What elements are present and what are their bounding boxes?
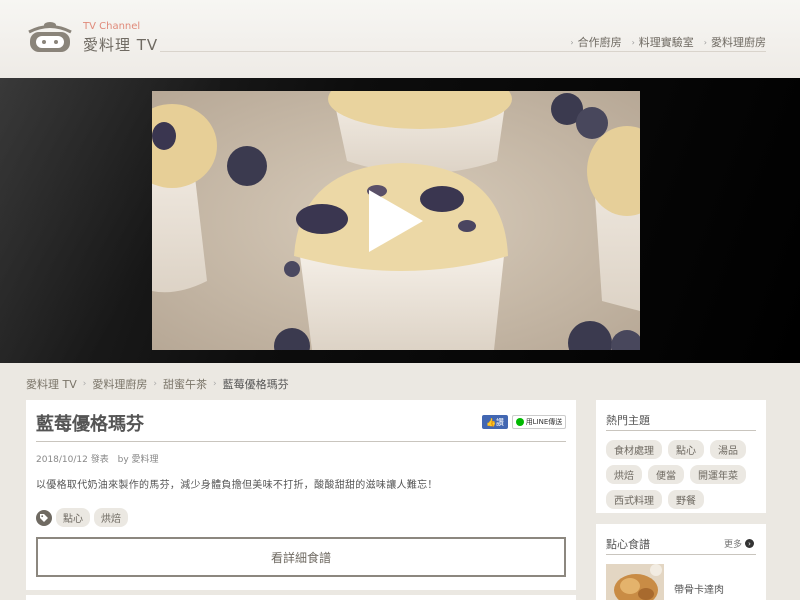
snack-recipes-title: 點心食譜: [606, 538, 650, 551]
hot-topics-title: 熱門主題: [606, 414, 650, 427]
breadcrumb-current: 藍莓優格瑪芬: [222, 378, 289, 391]
video-hero: [0, 78, 800, 363]
chevron-right-icon: ›: [570, 37, 574, 47]
topic-baking[interactable]: 烘焙: [606, 465, 642, 484]
nav-food-lab[interactable]: › 料理實驗室: [632, 34, 694, 50]
line-share-button[interactable]: 用LINE傳送: [512, 415, 566, 429]
top-nav: › 合作廚房 › 料理實驗室 › 愛料理廚房: [570, 34, 766, 50]
facebook-like-button[interactable]: 👍 讚: [482, 415, 508, 429]
topic-western-cuisine[interactable]: 西式料理: [606, 490, 662, 509]
hot-topics-panel: 熱門主題 食材處理 點心 湯品 烘焙 便當 開運年菜 西式料理 野餐: [596, 400, 766, 513]
topic-soup[interactable]: 湯品: [710, 440, 746, 459]
topic-ingredient-prep[interactable]: 食材處理: [606, 440, 662, 459]
chevron-right-icon: ›: [631, 37, 635, 47]
recipe-card: 藍莓優格瑪芬 👍 讚 用LINE傳送 2018/10/12 發表 by 愛料理 …: [26, 400, 576, 590]
topic-new-year-dishes[interactable]: 開運年菜: [690, 465, 746, 484]
chevron-right-icon: ›: [212, 379, 217, 389]
post-meta: 2018/10/12 發表 by 愛料理: [36, 452, 159, 465]
chevron-right-icon: ›: [82, 379, 87, 389]
post-author[interactable]: by 愛料理: [118, 455, 159, 465]
chevron-right-icon: ›: [153, 379, 157, 389]
tag-list: 點心 烘焙: [36, 508, 128, 527]
nav-icook-kitchen[interactable]: › 愛料理廚房: [704, 34, 766, 50]
title-divider: [36, 441, 566, 442]
arrow-right-icon: ›: [745, 539, 754, 548]
chevron-right-icon: ›: [703, 37, 707, 47]
recipe-thumbnail: [606, 564, 664, 600]
hot-topics-divider: [606, 430, 756, 431]
breadcrumb-category[interactable]: 甜蜜午茶: [163, 376, 207, 392]
breadcrumb-kitchen[interactable]: 愛料理廚房: [92, 376, 147, 392]
logo-subtitle: TV Channel: [83, 21, 141, 32]
header-divider: [160, 51, 766, 52]
hot-topics-list: 食材處理 點心 湯品 烘焙 便當 開運年菜 西式料理 野餐: [606, 440, 761, 509]
snack-recipes-panel: 點心食譜 更多 › 帶骨卡達肉: [596, 524, 766, 600]
tag-baking[interactable]: 烘焙: [94, 508, 128, 527]
post-date: 2018/10/12 發表: [36, 455, 109, 465]
breadcrumb-home[interactable]: 愛料理 TV: [26, 376, 77, 392]
pot-logo-icon[interactable]: [25, 17, 75, 55]
recipe-item-name: 帶骨卡達肉: [674, 585, 724, 596]
logo-title[interactable]: 愛料理 TV: [83, 34, 158, 55]
recipe-description: 以優格取代奶油來製作的馬芬，減少身體負擔但美味不打折，酸酸甜甜的滋味讓人難忘！: [36, 480, 438, 491]
tag-icon: [36, 509, 52, 526]
more-link[interactable]: 更多 ›: [724, 537, 754, 550]
snack-recipes-divider: [606, 554, 756, 555]
nav-partner-kitchen[interactable]: › 合作廚房: [570, 34, 621, 50]
topic-picnic[interactable]: 野餐: [668, 490, 704, 509]
next-card-edge: [26, 595, 576, 600]
tag-dessert[interactable]: 點心: [56, 508, 90, 527]
play-icon[interactable]: [369, 190, 423, 252]
recipe-title: 藍莓優格瑪芬: [36, 414, 144, 435]
topic-dessert[interactable]: 點心: [668, 440, 704, 459]
view-recipe-button[interactable]: 看詳細食譜: [36, 537, 566, 577]
snack-recipe-item[interactable]: 帶骨卡達肉: [606, 564, 756, 600]
breadcrumb: 愛料理 TV › 愛料理廚房 › 甜蜜午茶 › 藍莓優格瑪芬: [26, 376, 289, 392]
thumbs-up-icon: 👍: [486, 417, 496, 427]
site-header: TV Channel 愛料理 TV › 合作廚房 › 料理實驗室 › 愛料理廚房: [0, 0, 800, 78]
topic-bento[interactable]: 便當: [648, 465, 684, 484]
share-buttons: 👍 讚 用LINE傳送: [482, 415, 566, 429]
line-logo-icon: [515, 418, 524, 426]
video-player[interactable]: [152, 91, 640, 350]
